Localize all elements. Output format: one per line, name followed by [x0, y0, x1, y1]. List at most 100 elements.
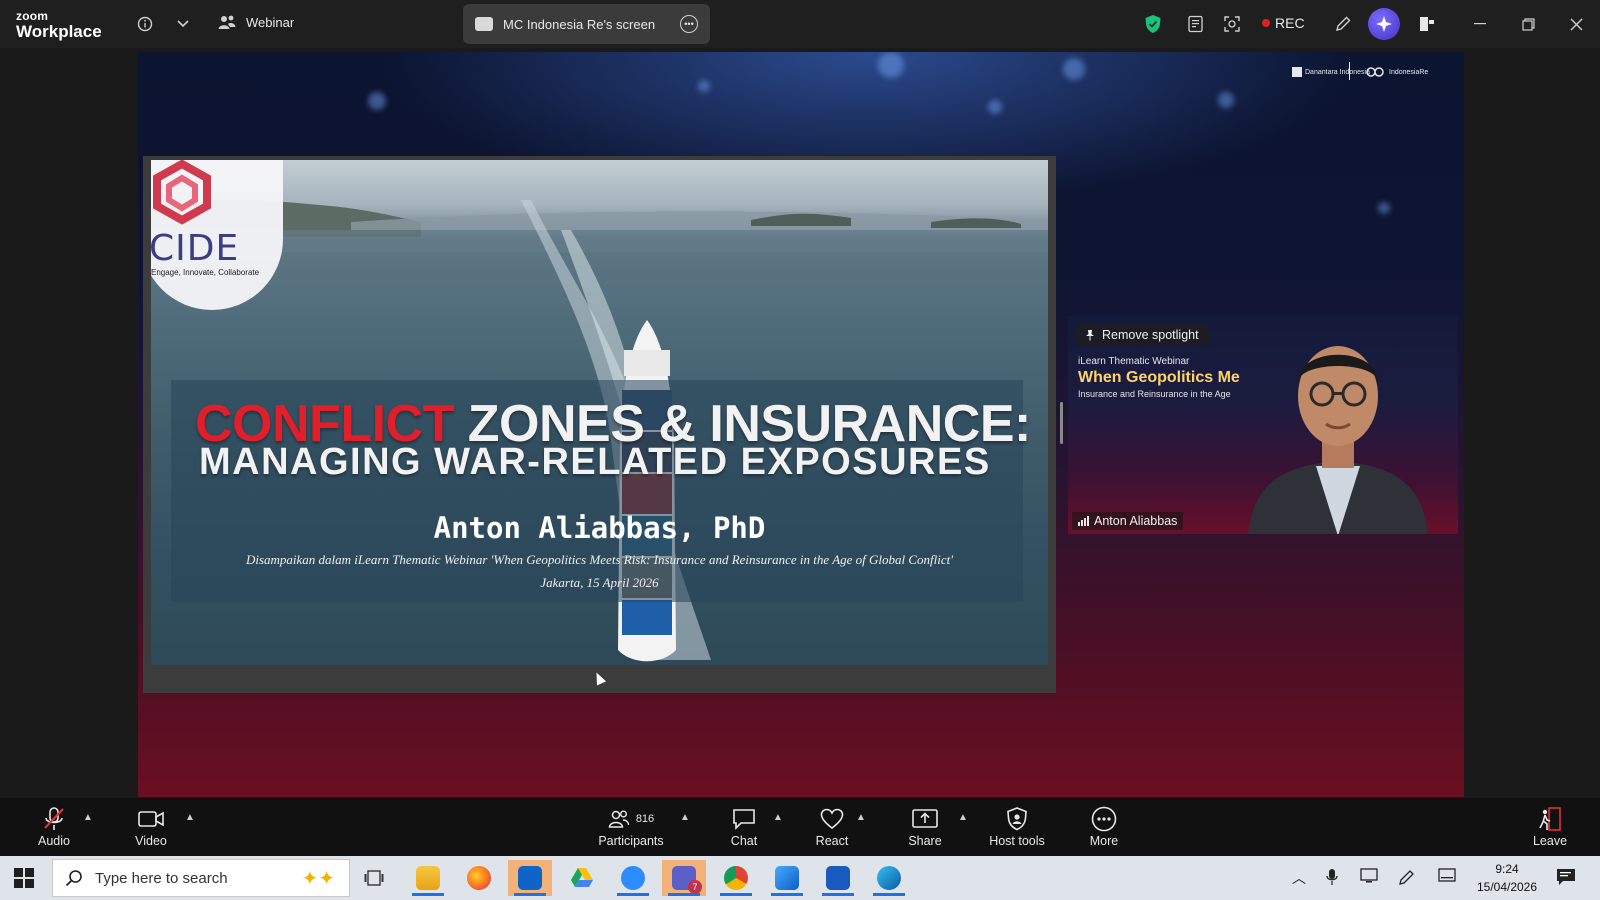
ai-companion-icon[interactable]	[1368, 8, 1400, 40]
danantara-icon	[1292, 67, 1302, 77]
tray-display-icon[interactable]	[1360, 868, 1378, 887]
presentation-slide: CIDE Engage, Innovate, Collaborate CONFL…	[151, 160, 1048, 665]
apps-panel-icon[interactable]	[1415, 12, 1439, 36]
spotlight-participant-name: Anton Aliabbas	[1094, 514, 1178, 528]
cide-tagline: Engage, Innovate, Collaborate	[151, 268, 260, 277]
mic-muted-icon	[43, 804, 65, 834]
host-tools-label: Host tools	[989, 834, 1045, 848]
slide-event-date: Jakarta, 15 April 2026	[540, 575, 659, 590]
search-placeholder: Type here to search	[95, 869, 228, 887]
tray-keyboard-icon[interactable]	[1438, 868, 1456, 885]
react-label: React	[815, 834, 849, 848]
slide-event-caption: Disampaikan dalam iLearn Thematic Webina…	[245, 552, 954, 567]
windows-start-icon[interactable]	[14, 868, 36, 888]
teams-icon[interactable]: 7	[662, 860, 706, 896]
annotate-pencil-icon[interactable]	[1331, 12, 1355, 36]
sponsor-1-label: Danantara Indonesia	[1305, 68, 1370, 76]
zoom-workplace-logo: zoom Workplace	[16, 10, 102, 40]
audio-options-caret-icon[interactable]: ▲	[83, 812, 93, 823]
leave-door-icon	[1538, 804, 1562, 834]
video-camera-icon	[138, 804, 164, 834]
brand-workplace: Workplace	[16, 22, 102, 41]
spotlight-video-tile[interactable]: iLearn Thematic Webinar When Geopolitics…	[1068, 316, 1458, 534]
brand-zoom: zoom	[16, 9, 49, 23]
video-options-caret-icon[interactable]: ▲	[185, 812, 195, 823]
participants-button[interactable]: 816 Participants	[586, 804, 676, 848]
word-icon[interactable]	[816, 860, 860, 896]
captions-icon[interactable]	[1184, 12, 1208, 36]
react-options-caret-icon[interactable]: ▲	[856, 812, 866, 823]
share-options-caret-icon[interactable]: ▲	[958, 812, 968, 823]
webinar-indicator[interactable]: Webinar	[218, 14, 294, 30]
security-shield-icon[interactable]	[1141, 12, 1165, 36]
screen-share-icon	[475, 17, 493, 31]
speaker-video-person	[1248, 346, 1428, 534]
participants-options-caret-icon[interactable]: ▲	[680, 812, 690, 823]
bokeh-light	[988, 100, 1002, 114]
panel-resize-handle[interactable]	[1060, 402, 1063, 444]
bokeh-light	[698, 80, 710, 92]
webinar-label: Webinar	[246, 14, 295, 30]
audio-label: Audio	[38, 834, 70, 848]
indonesiare-icon	[1366, 67, 1384, 77]
video-button[interactable]: Video	[109, 804, 193, 848]
task-view-icon[interactable]	[352, 860, 396, 896]
more-options-icon[interactable]: •••	[680, 15, 698, 33]
info-icon[interactable]	[133, 12, 157, 36]
bokeh-light	[1378, 202, 1390, 214]
zoom-app-icon[interactable]	[611, 860, 655, 896]
google-drive-icon[interactable]	[560, 860, 604, 896]
audio-button[interactable]: Audio	[12, 804, 96, 848]
photos-icon[interactable]	[765, 860, 809, 896]
react-button[interactable]: React	[790, 804, 874, 848]
tray-mic-icon[interactable]	[1326, 868, 1338, 889]
meeting-controls-toolbar: Audio ▲ Video ▲ 816 Participants ▲ Chat …	[0, 798, 1600, 856]
tray-pen-icon[interactable]	[1398, 868, 1416, 889]
more-button[interactable]: More	[1062, 804, 1146, 848]
leave-button[interactable]: Leave	[1508, 804, 1592, 848]
remove-spotlight-button[interactable]: Remove spotlight	[1076, 324, 1209, 346]
sponsor-logo-indonesiare: IndonesiaRe	[1364, 62, 1428, 82]
tray-overflow-icon[interactable]: ︿	[1292, 868, 1306, 888]
focus-view-icon[interactable]	[1220, 12, 1244, 36]
remove-spotlight-label: Remove spotlight	[1102, 328, 1199, 342]
bokeh-light	[1218, 92, 1234, 108]
chevron-down-icon[interactable]	[171, 12, 195, 36]
pin-icon	[1086, 330, 1094, 341]
search-icon	[65, 870, 82, 887]
outlook-icon[interactable]	[508, 860, 552, 896]
video-label: Video	[135, 834, 167, 848]
shared-screen-title: MC Indonesia Re's screen	[503, 16, 656, 32]
windows-taskbar: Type here to search ✦✦ 7 ︿ 9:24 15/04/20…	[0, 856, 1600, 900]
chat-button[interactable]: Chat	[702, 804, 786, 848]
taskbar-search-box[interactable]: Type here to search ✦✦	[52, 859, 350, 897]
firefox-icon[interactable]	[457, 860, 501, 896]
participant-count: 816	[635, 813, 655, 825]
close-icon[interactable]	[1564, 12, 1588, 36]
people-icon	[218, 15, 236, 29]
presentation-slide-frame: CIDE Engage, Innovate, Collaborate CONFL…	[143, 156, 1056, 693]
host-tools-button[interactable]: Host tools	[975, 804, 1059, 848]
recording-indicator[interactable]: REC	[1262, 15, 1305, 31]
slide-speaker-name: Anton Aliabbas, PhD	[433, 511, 766, 545]
chat-options-caret-icon[interactable]: ▲	[773, 812, 783, 823]
chrome-icon[interactable]	[714, 860, 758, 896]
bokeh-light	[1063, 58, 1085, 80]
sparkle-icon: ✦✦	[301, 867, 335, 890]
spotlight-name-tag: Anton Aliabbas	[1072, 512, 1184, 530]
file-explorer-icon[interactable]	[406, 860, 450, 896]
clock-time: 9:24	[1495, 862, 1519, 876]
connection-signal-icon	[1078, 516, 1089, 526]
cide-logo-text: CIDE	[151, 228, 240, 269]
minimize-icon[interactable]	[1468, 12, 1492, 36]
bokeh-light	[368, 92, 386, 110]
share-button[interactable]: Share	[883, 804, 967, 848]
slide-title-line-2: MANAGING WAR-RELATED EXPOSURES	[199, 441, 991, 483]
restore-icon[interactable]	[1516, 12, 1540, 36]
edge-icon[interactable]	[867, 860, 911, 896]
shared-screen-tab[interactable]: MC Indonesia Re's screen •••	[463, 4, 710, 44]
taskbar-clock[interactable]: 9:24 15/04/2026	[1472, 860, 1542, 896]
notification-center-icon[interactable]	[1556, 868, 1576, 889]
share-screen-icon	[912, 804, 938, 834]
title-bar: zoom Workplace Webinar MC Indonesia Re's…	[0, 0, 1600, 48]
